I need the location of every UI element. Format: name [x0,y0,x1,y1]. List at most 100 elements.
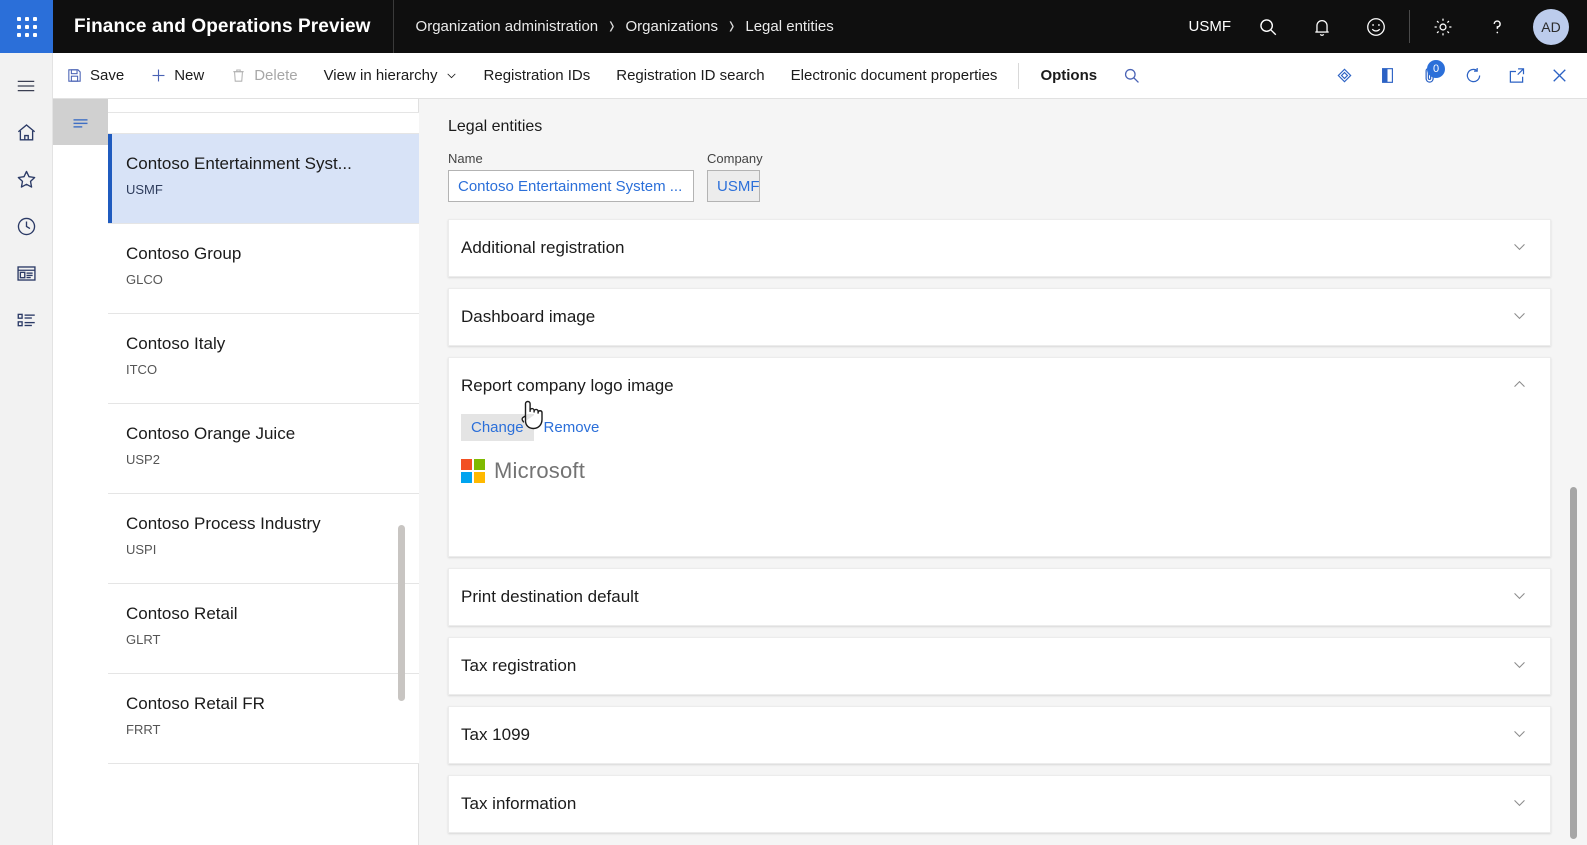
attachments-panel-icon[interactable] [1366,53,1409,99]
header-fields: Name Contoso Entertainment System ... Co… [448,151,1551,202]
section-header[interactable]: Tax 1099 [449,707,1550,763]
breadcrumb-item-0[interactable]: Organization administration [416,18,599,35]
section-report-company-logo-image: Report company logo image Change Remove [448,357,1551,557]
list-item-title: Contoso Entertainment Syst... [126,154,352,173]
form-body: Legal entities Name Contoso Entertainmen… [419,99,1587,833]
delete-label: Delete [254,67,298,84]
recent-clock-icon[interactable] [0,203,53,250]
main-content: Legal entities Name Contoso Entertainmen… [419,99,1587,845]
list-item-title: Contoso Italy [126,334,226,353]
list-item[interactable]: Contoso Group GLCO [108,224,419,314]
name-field-group: Name Contoso Entertainment System ... [448,151,694,202]
electronic-document-properties-label: Electronic document properties [790,67,998,84]
list-header-spacer [108,113,419,134]
section-additional-registration: Additional registration [448,219,1551,277]
favorites-star-icon[interactable] [0,156,53,203]
list-item[interactable]: Contoso Entertainment Syst... USMF [108,134,419,224]
electronic-document-properties-button[interactable]: Electronic document properties [778,53,1011,99]
personalize-diamond-icon[interactable] [1323,53,1366,99]
list-item-code: FRRT [126,722,161,737]
list-item[interactable]: Contoso Retail GLRT [108,584,419,674]
close-icon[interactable] [1538,53,1581,99]
section-print-destination-default: Print destination default [448,568,1551,626]
home-icon[interactable] [0,109,53,156]
modules-list-icon[interactable] [0,297,53,344]
list-item-code: GLCO [126,272,163,287]
chevron-down-icon[interactable] [1511,587,1528,607]
registration-ids-button[interactable]: Registration IDs [471,53,604,99]
company-selector[interactable]: USMF [1179,18,1242,35]
registration-id-search-button[interactable]: Registration ID search [603,53,777,99]
company-logo-image: Microsoft [461,458,1538,484]
chevron-up-icon[interactable] [1511,376,1528,396]
section-title: Tax registration [461,656,577,675]
list-item-code: GLRT [126,632,161,647]
section-tax-1099: Tax 1099 [448,706,1551,764]
feedback-smiley-icon[interactable] [1349,0,1403,53]
list-item[interactable]: Contoso Italy ITCO [108,314,419,404]
registration-ids-label: Registration IDs [483,67,591,84]
list-item[interactable]: Contoso Process Industry USPI [108,494,419,584]
search-icon[interactable] [1110,53,1153,99]
chevron-down-icon[interactable] [1511,307,1528,327]
section-header[interactable]: Additional registration [449,220,1550,276]
list-item-code: USP2 [126,452,160,467]
list-pane-body: Contoso Entertainment Syst... USMF Conto… [108,53,419,845]
app-title: Finance and Operations Preview [74,15,371,37]
page-title: Legal entities [448,118,543,135]
section-header[interactable]: Report company logo image [449,358,1550,414]
chevron-down-icon[interactable] [1511,238,1528,258]
options-button[interactable]: Options [1027,53,1110,99]
list-item[interactable]: Contoso Retail FR FRRT [108,674,419,764]
logo-preview-area: Change Remove Microsoft [461,414,1538,532]
workspaces-icon[interactable] [0,250,53,297]
new-button[interactable]: New [137,53,217,99]
list-view-icon[interactable] [53,99,108,145]
attachments-icon[interactable]: 0 [1409,53,1452,99]
breadcrumb-item-2[interactable]: Legal entities [745,18,833,35]
remove-image-button[interactable]: Remove [540,414,604,441]
company-field-group: Company USMF [707,151,763,202]
save-button[interactable]: Save [53,53,137,99]
notifications-bell-icon[interactable] [1295,0,1349,53]
view-in-hierarchy-label: View in hierarchy [323,67,438,84]
company-field[interactable]: USMF [707,170,760,202]
section-title: Tax 1099 [461,725,530,744]
open-in-new-window-icon[interactable] [1495,53,1538,99]
refresh-icon[interactable] [1452,53,1495,99]
company-field-label: Company [707,151,763,166]
chevron-down-icon[interactable] [1511,725,1528,745]
section-header[interactable]: Tax information [449,776,1550,832]
navigation-hamburger-icon[interactable] [0,62,53,109]
list-item-title: Contoso Retail [126,604,238,623]
left-navigation-rail [0,53,53,845]
content-scrollbar-thumb[interactable] [1570,487,1577,839]
name-field[interactable]: Contoso Entertainment System ... [448,170,694,202]
list-item[interactable]: Contoso Orange Juice USP2 [108,404,419,494]
trash-icon [230,67,247,84]
action-pane-divider [1018,62,1020,89]
section-header[interactable]: Print destination default [449,569,1550,625]
list-item-title: Contoso Process Industry [126,514,321,533]
chevron-down-icon[interactable] [1511,656,1528,676]
app-launcher-waffle-icon[interactable] [0,0,53,53]
section-header[interactable]: Dashboard image [449,289,1550,345]
section-tax-information: Tax information [448,775,1551,833]
section-title: Print destination default [461,587,639,606]
section-header[interactable]: Tax registration [449,638,1550,694]
delete-button[interactable]: Delete [217,53,310,99]
new-label: New [174,67,205,84]
change-image-button[interactable]: Change [461,414,534,441]
search-icon[interactable] [1241,0,1295,53]
view-in-hierarchy-button[interactable]: View in hierarchy [311,53,471,99]
chevron-down-icon[interactable] [1511,794,1528,814]
legal-entity-list[interactable]: Contoso Entertainment Syst... USMF Conto… [108,112,419,845]
list-scrollbar-thumb[interactable] [398,525,405,701]
topbar-icon-divider [1409,10,1410,43]
avatar[interactable]: AD [1533,8,1569,45]
breadcrumb-chevron-icon: › [729,12,735,40]
help-question-icon[interactable] [1470,0,1524,53]
breadcrumb-item-1[interactable]: Organizations [625,18,718,35]
settings-gear-icon[interactable] [1416,0,1470,53]
list-item-title: Contoso Group [126,244,242,263]
